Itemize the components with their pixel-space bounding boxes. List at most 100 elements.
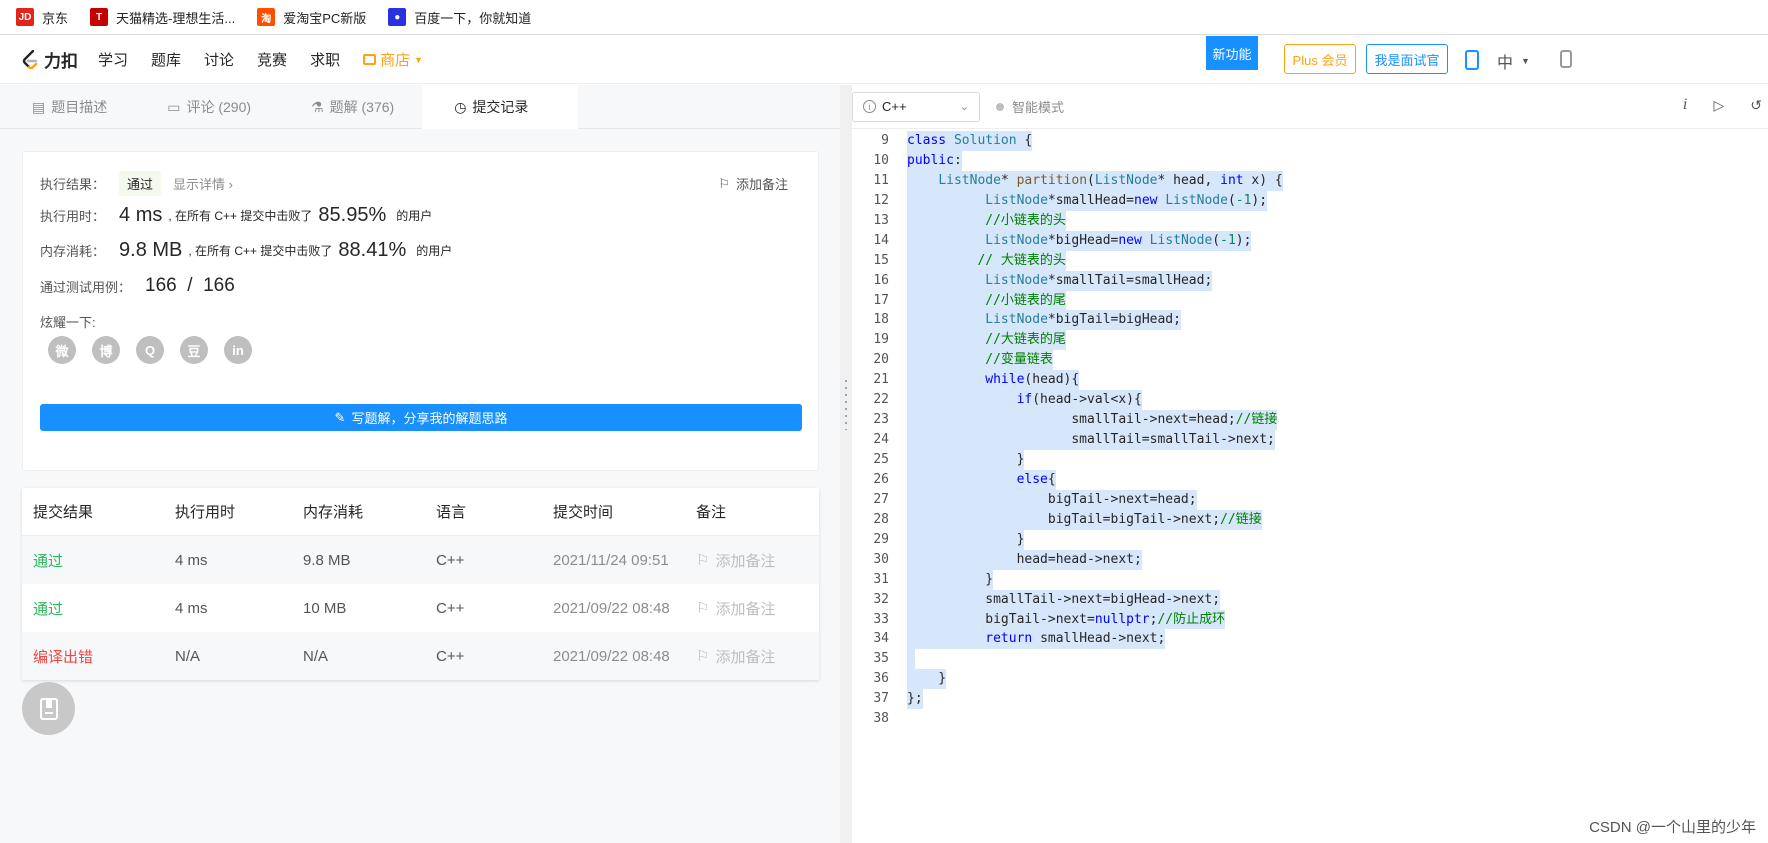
show-detail-link[interactable]: 显示详情 › (173, 174, 233, 193)
nav-item-discuss[interactable]: 讨论 (204, 49, 234, 70)
linkedin-icon[interactable]: in (224, 336, 252, 364)
code-line: 13 //小链表的头 (852, 210, 1768, 231)
code-line: 16 ListNode*smallTail=smallHead; (852, 270, 1768, 291)
code-text: else{ (907, 469, 1056, 490)
nav-item-learn[interactable]: 学习 (98, 49, 128, 70)
bookmark-label: 爱淘宝PC新版 (283, 10, 367, 26)
code-text: //大链表的尾 (907, 330, 1066, 351)
line-number: 14 (873, 232, 889, 248)
row-memory: N/A (303, 647, 329, 665)
language-label: 中 (1497, 55, 1514, 72)
smart-mode-toggle[interactable]: 智能模式 (996, 97, 1064, 116)
bookmark-item[interactable]: T 天猫精选-理想生活... (90, 8, 235, 27)
line-number: 26 (873, 471, 889, 487)
line-number: 28 (873, 511, 889, 527)
bookmark-item[interactable]: 淘爱淘宝PC新版 (257, 8, 366, 27)
memory-percent: 88.41% (338, 239, 407, 261)
panel-splitter[interactable] (840, 85, 852, 843)
nav-item-shop[interactable]: 商店 ▼ (363, 49, 423, 70)
code-line: 28 bigTail=bigTail->next;//链接 (852, 509, 1768, 530)
code-text: while(head){ (907, 370, 1080, 391)
row-status[interactable]: 通过 (22, 598, 175, 619)
language-select[interactable]: i C++ ⌄ (852, 91, 980, 122)
code-text (907, 649, 915, 670)
bookmark-label: 京东 (42, 10, 69, 26)
flag-icon: ⚐ (718, 175, 730, 191)
row-status[interactable]: 通过 (22, 550, 175, 571)
baidu-icon: ● (388, 8, 407, 26)
code-text: smallTail->next=head;//链接 (907, 410, 1278, 431)
tab-description[interactable]: ▤ 题目描述 (0, 85, 135, 129)
code-line: 25 } (852, 450, 1768, 470)
row-note-label: 添加备注 (715, 648, 776, 666)
bookmark-item[interactable]: JD 京东 (16, 8, 68, 27)
table-row[interactable]: 通过 4 ms 9.8 MB C++ 2021/11/24 09:51 ⚐ 添加备注 (22, 536, 819, 584)
line-number: 11 (873, 172, 889, 188)
table-row[interactable]: 编译出错 N/A N/A C++ 2021/09/22 08:48 ⚐ 添加备注 (22, 632, 819, 680)
share-icons: 微博 Q 豆 in (48, 336, 252, 364)
row-note-label: 添加备注 (715, 552, 776, 570)
row-add-note[interactable]: ⚐ 添加备注 (696, 646, 816, 667)
status-badge: 通过 (119, 171, 162, 196)
weibo-icon[interactable]: 博 (92, 336, 120, 364)
code-text: ListNode*smallHead=new ListNode(-1); (907, 190, 1268, 211)
line-number: 17 (873, 292, 889, 308)
line-number: 18 (873, 312, 889, 328)
drag-handle-icon[interactable] (845, 380, 847, 430)
tab-submissions[interactable]: ◷ 提交记录 (422, 85, 579, 129)
toggle-dot-icon (996, 102, 1004, 111)
tests-row: 通过测试用例： 166 / 166 (40, 275, 241, 297)
row-runtime: 4 ms (175, 551, 208, 569)
row-time: 2021/09/22 08:48 (553, 647, 670, 665)
reset-icon[interactable]: ↺ (1750, 97, 1762, 114)
nav-item-contest[interactable]: 竞赛 (257, 49, 287, 70)
window-icon[interactable] (1560, 50, 1572, 68)
row-add-note[interactable]: ⚐ 添加备注 (696, 598, 816, 619)
share-row: 炫耀一下: (40, 312, 110, 331)
mobile-icon[interactable] (1465, 50, 1479, 70)
code-line: 11 ListNode* partition(ListNode* head, i… (852, 170, 1768, 191)
line-number: 21 (873, 372, 889, 388)
flask-icon: ⚗ (311, 98, 324, 115)
code-line: 35 (852, 649, 1768, 670)
header-memory: 内存消耗 (303, 504, 364, 521)
code-text: bigTail->next=head; (907, 489, 1197, 510)
info-icon[interactable]: i (1683, 97, 1687, 114)
language-selector[interactable]: 中 ▼ (1497, 49, 1530, 73)
row-add-note[interactable]: ⚐ 添加备注 (696, 550, 816, 571)
row-status[interactable]: 编译出错 (22, 646, 175, 667)
qq-icon[interactable]: Q (136, 336, 164, 364)
flag-icon: ⚐ (696, 552, 710, 569)
play-icon[interactable]: ▷ (1713, 97, 1724, 114)
plus-member-button[interactable]: Plus 会员 (1284, 44, 1356, 74)
interviewer-button[interactable]: 我是面试官 (1366, 44, 1448, 74)
info-icon: i (863, 100, 876, 113)
code-line: 34 return smallHead->next; (852, 629, 1768, 650)
notebook-button[interactable] (22, 682, 75, 735)
table-row[interactable]: 通过 4 ms 10 MB C++ 2021/09/22 08:48 ⚐ 添加备注 (22, 584, 819, 632)
code-line: 30 head=head->next; (852, 549, 1768, 570)
bookmark-item[interactable]: ● 百度一下，你就知道 (388, 8, 531, 27)
douban-icon[interactable]: 豆 (180, 336, 208, 364)
write-solution-button[interactable]: ✎ 写题解，分享我的解题思路 (40, 404, 802, 431)
wechat-icon[interactable]: 微 (48, 336, 76, 364)
code-area[interactable]: 9 class Solution {10 public: 11 ListNode* p… (852, 131, 1768, 729)
code-line: 10 public: (852, 150, 1768, 171)
code-text: bigTail->next=nullptr;//防止成环 (907, 609, 1226, 630)
code-line: 32 smallTail->next=bigHead->next; (852, 589, 1768, 610)
code-text: // 大链表的头 (907, 250, 1066, 271)
code-text: smallTail=smallTail->next; (907, 430, 1275, 450)
leetcode-logo[interactable]: 力扣 (22, 47, 78, 72)
tab-solutions[interactable]: ⚗ 题解 (376) (279, 85, 422, 129)
add-note-button[interactable]: ⚐ 添加备注 (718, 174, 788, 193)
line-number: 36 (873, 671, 889, 687)
nav-item-jobs[interactable]: 求职 (310, 49, 340, 70)
code-line: 18 ListNode*bigTail=bigHead; (852, 310, 1768, 331)
code-line: 21 while(head){ (852, 370, 1768, 391)
submissions-table: 提交结果 执行用时 内存消耗 语言 提交时间 备注 通过 4 ms 9.8 MB C+… (22, 488, 819, 680)
nav-item-problems[interactable]: 题库 (151, 49, 181, 70)
code-text: if(head->val<x){ (907, 390, 1142, 411)
tab-comments[interactable]: ▭ 评论 (290) (135, 85, 279, 129)
line-number: 33 (873, 611, 889, 627)
new-feature-badge[interactable]: 新功能 (1206, 36, 1258, 70)
